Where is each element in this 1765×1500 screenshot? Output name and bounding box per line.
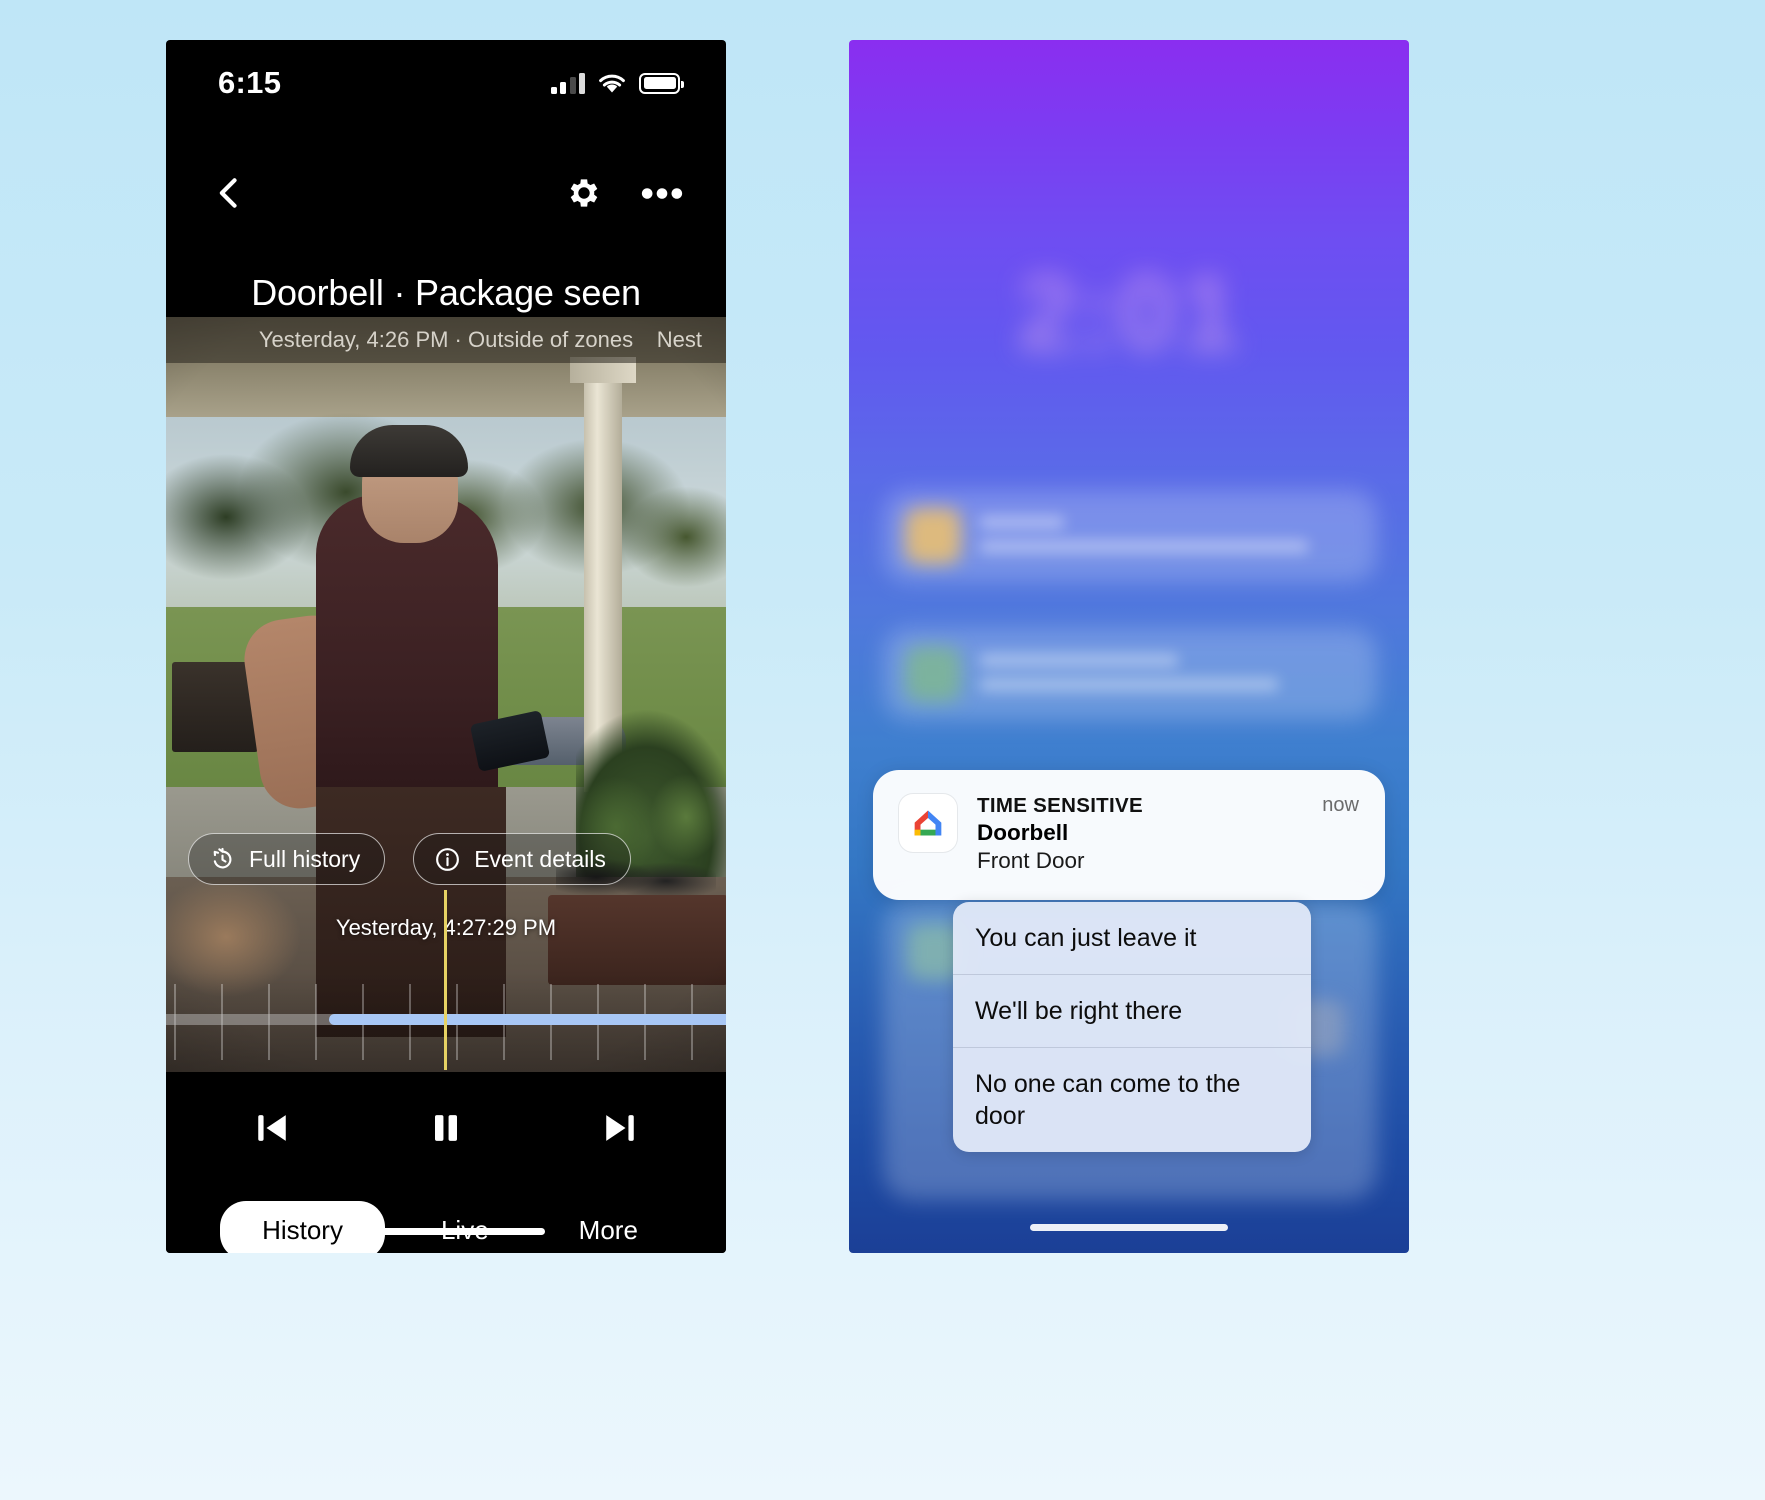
timeline-progress bbox=[329, 1014, 726, 1025]
quick-reply-option[interactable]: You can just leave it bbox=[953, 902, 1311, 974]
full-history-button[interactable]: Full history bbox=[188, 833, 386, 885]
skip-previous-button[interactable] bbox=[243, 1099, 301, 1157]
video-player[interactable]: Yesterday, 4:26 PM · Outside of zones Ne… bbox=[166, 317, 726, 1072]
full-history-label: Full history bbox=[249, 845, 361, 872]
settings-button[interactable] bbox=[560, 169, 608, 217]
nav-actions bbox=[560, 169, 686, 217]
pause-button[interactable] bbox=[417, 1099, 475, 1157]
home-indicator bbox=[347, 1228, 545, 1235]
skip-previous-icon bbox=[258, 1115, 286, 1141]
ghost-text-line bbox=[979, 654, 1179, 667]
phone-right-lock-screen: 2:01 TIME SENSITIVE Doorbell Front Door … bbox=[849, 40, 1409, 1253]
notification-timestamp: now bbox=[1322, 794, 1359, 816]
nav-bar bbox=[166, 148, 726, 238]
google-home-icon bbox=[899, 794, 957, 852]
background-notification-icon-ghost bbox=[905, 646, 961, 702]
info-circle-icon bbox=[436, 847, 460, 871]
tab-live[interactable]: Live bbox=[407, 1201, 523, 1254]
event-details-label: Event details bbox=[474, 845, 606, 872]
chevron-left-icon bbox=[219, 178, 237, 208]
quick-reply-menu: You can just leave it We'll be right the… bbox=[953, 902, 1311, 1152]
bottom-tab-bar: History Live More bbox=[166, 1184, 726, 1253]
more-options-button[interactable] bbox=[638, 169, 686, 217]
notification-title: Doorbell bbox=[977, 820, 1069, 845]
video-action-chips: Full history Event details bbox=[188, 833, 631, 885]
playback-controls bbox=[166, 1072, 726, 1184]
notification-subtitle: Front Door bbox=[977, 848, 1085, 873]
event-title: Doorbell · Package seen bbox=[251, 272, 641, 313]
timeline-scrubber[interactable] bbox=[166, 890, 726, 1072]
timeline-playhead[interactable] bbox=[444, 890, 447, 1070]
back-button[interactable] bbox=[206, 170, 252, 216]
notification-card-doorbell[interactable]: TIME SENSITIVE Doorbell Front Door now bbox=[873, 770, 1385, 900]
event-subtitle: Yesterday, 4:26 PM · Outside of zones bbox=[258, 327, 634, 352]
status-time: 6:15 bbox=[218, 65, 282, 100]
tab-more[interactable]: More bbox=[545, 1201, 672, 1254]
phone-left-nest-app: 6:15 Doorbell · Package seen Yesterday, … bbox=[166, 40, 726, 1253]
tab-history[interactable]: History bbox=[220, 1200, 385, 1253]
ghost-text-line bbox=[979, 678, 1279, 691]
skip-next-icon bbox=[606, 1115, 634, 1141]
wifi-icon bbox=[598, 73, 626, 94]
history-clock-icon bbox=[213, 847, 232, 868]
nest-brand-badge: Nest bbox=[656, 327, 702, 352]
pause-icon bbox=[435, 1115, 457, 1141]
status-icons bbox=[550, 72, 684, 94]
gear-icon bbox=[570, 179, 598, 207]
quick-reply-option[interactable]: We'll be right there bbox=[953, 974, 1311, 1047]
cellular-signal-icon bbox=[550, 72, 585, 94]
home-indicator bbox=[1030, 1224, 1228, 1231]
event-subtitle-bar: Yesterday, 4:26 PM · Outside of zones bbox=[166, 317, 726, 363]
notification-text: TIME SENSITIVE Doorbell Front Door bbox=[977, 794, 1302, 874]
event-details-button[interactable]: Event details bbox=[413, 833, 631, 885]
status-bar: 6:15 bbox=[166, 40, 726, 112]
notification-kicker: TIME SENSITIVE bbox=[977, 794, 1143, 817]
more-horizontal-icon bbox=[641, 187, 683, 199]
battery-full-icon bbox=[639, 72, 684, 94]
background-notification-icon-ghost bbox=[905, 508, 961, 564]
skip-next-button[interactable] bbox=[591, 1099, 649, 1157]
quick-reply-option[interactable]: No one can come to the door bbox=[953, 1047, 1311, 1152]
ghost-text-line bbox=[979, 540, 1309, 553]
ghost-text-line bbox=[979, 516, 1065, 529]
